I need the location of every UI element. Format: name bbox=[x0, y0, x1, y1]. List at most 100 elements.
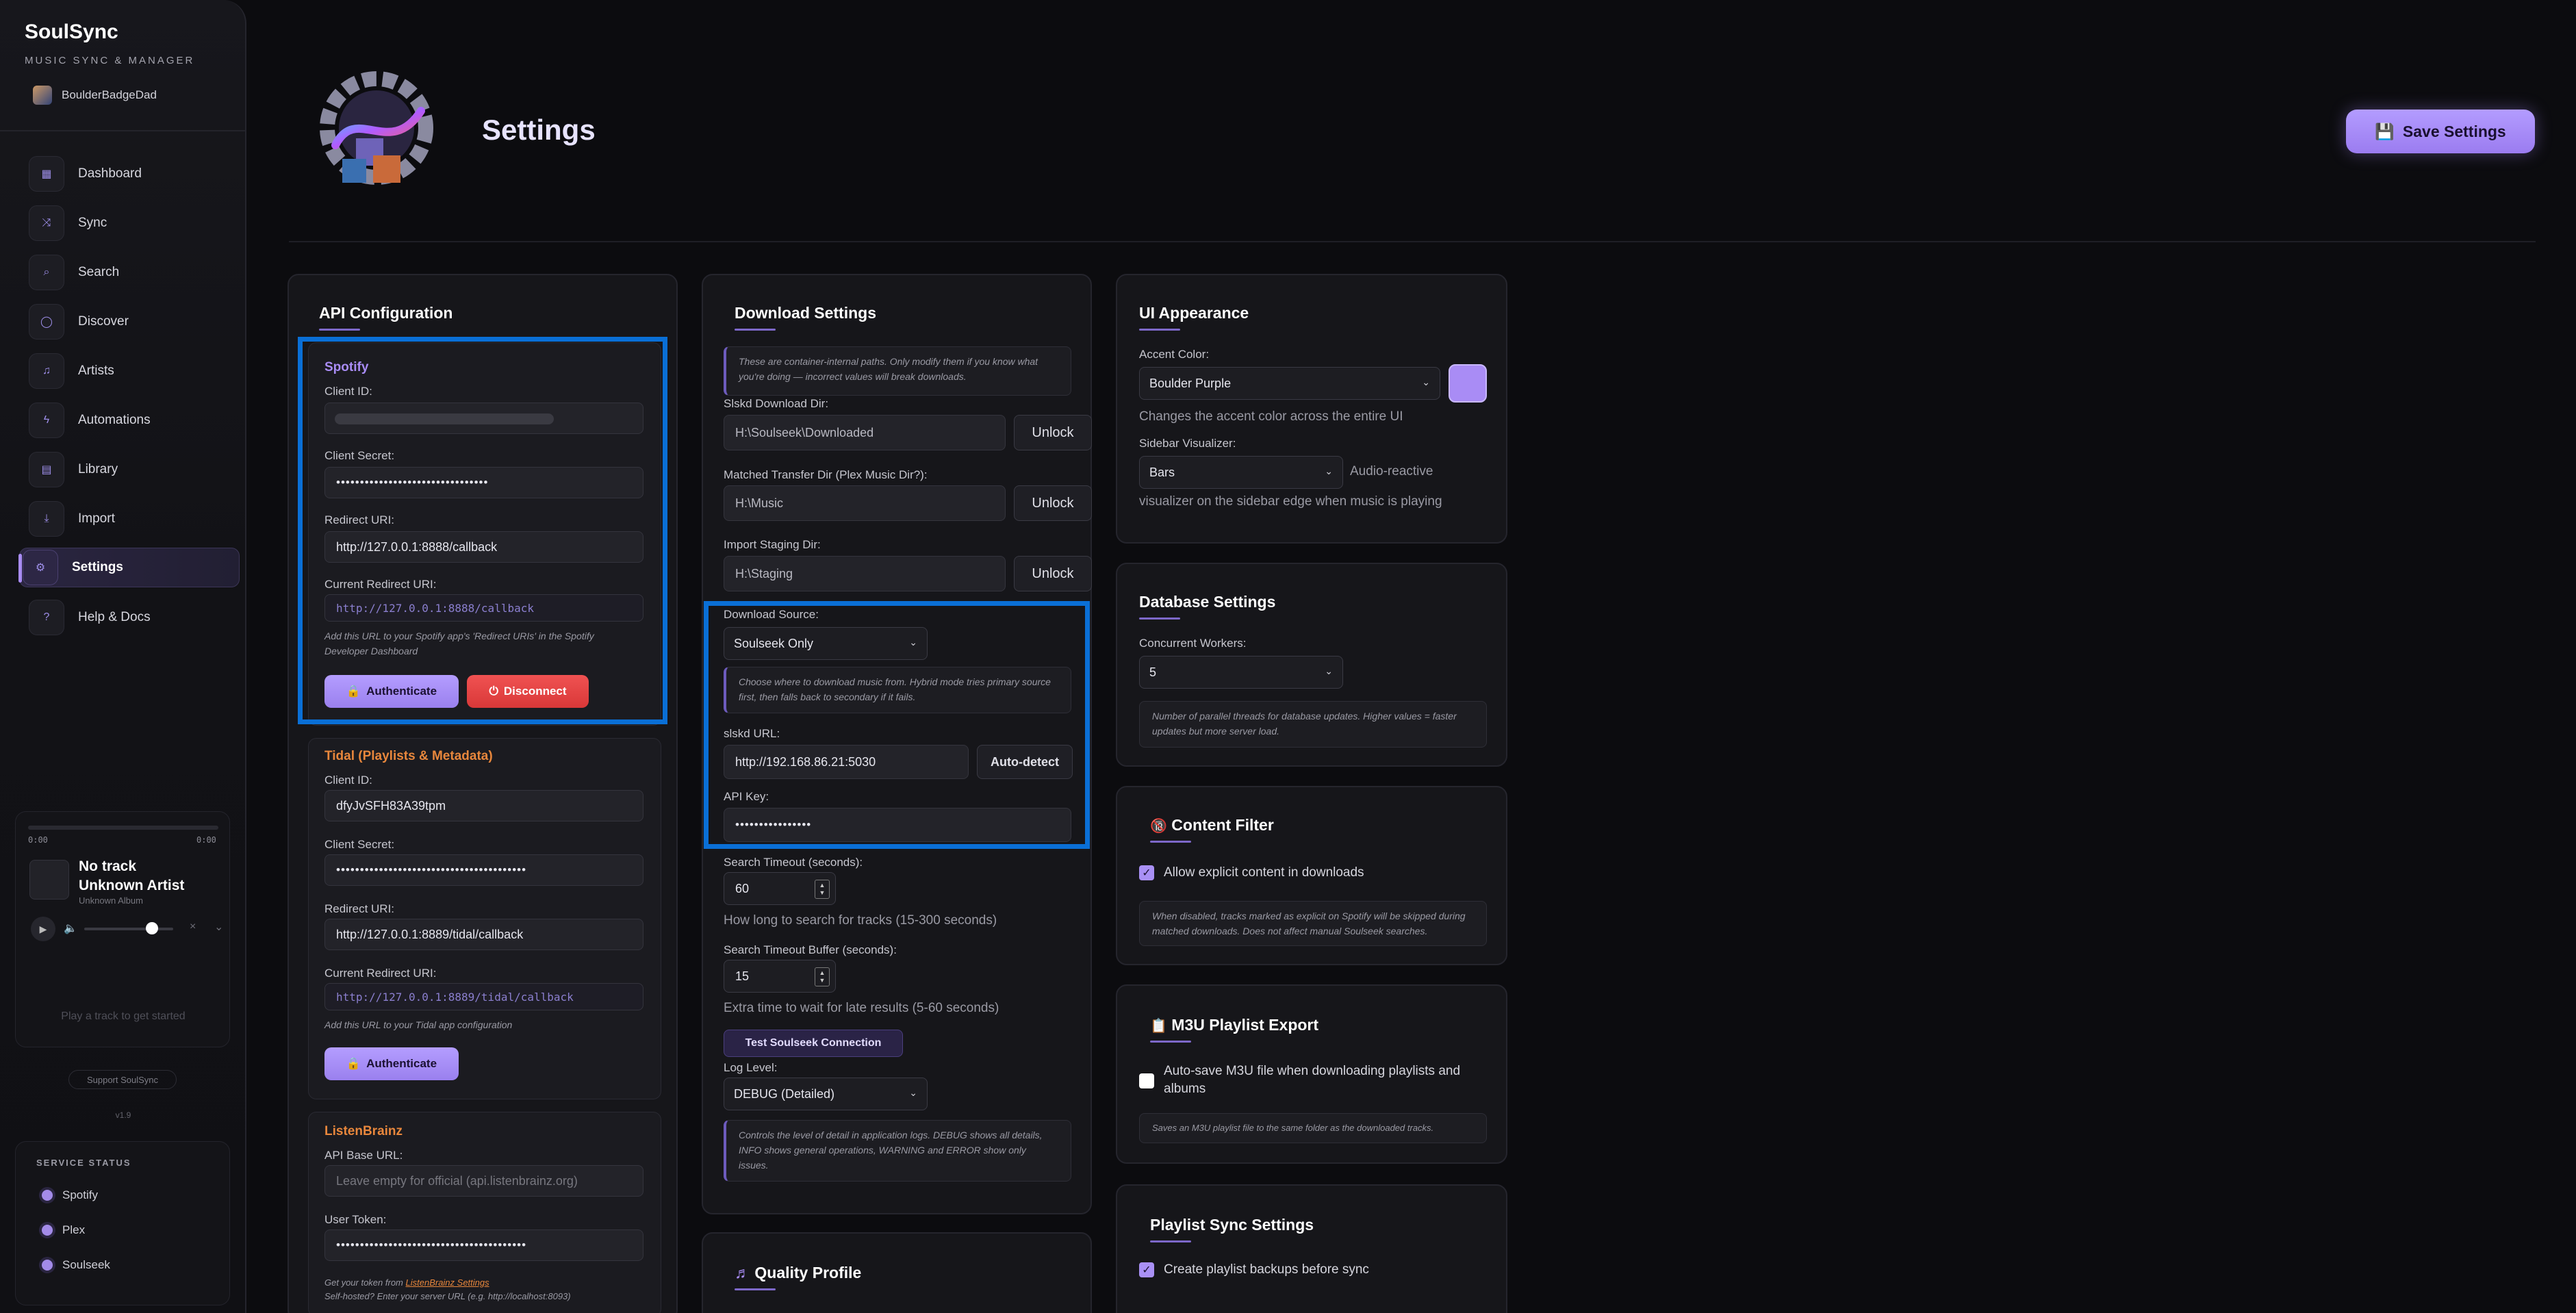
play-icon[interactable]: ▶ bbox=[31, 917, 55, 941]
tidal-redirect-uri-input[interactable]: http://127.0.0.1:8889/tidal/callback bbox=[324, 919, 643, 950]
tidal-redirect-uri-label: Redirect URI: bbox=[324, 902, 395, 915]
lock-icon: 🔒 bbox=[346, 685, 361, 698]
transfer-dir-input[interactable]: H:\Music bbox=[724, 485, 1006, 521]
unlock-staging-dir-button[interactable]: Unlock bbox=[1014, 556, 1092, 591]
lock-icon: 🔒 bbox=[346, 1057, 361, 1070]
sidebar: SoulSync MUSIC SYNC & MANAGER BoulderBad… bbox=[0, 0, 246, 1313]
content-filter-hint: When disabled, tracks marked as explicit… bbox=[1139, 901, 1487, 946]
spotify-client-id-label: Client ID: bbox=[324, 385, 372, 398]
search-timeout-stepper[interactable]: 60 ▲ ▼ bbox=[724, 872, 836, 905]
listenbrainz-settings-link[interactable]: ListenBrainz Settings bbox=[406, 1277, 489, 1288]
nav-item-library[interactable]: ▤ Library bbox=[26, 450, 240, 489]
accent-color-swatch[interactable] bbox=[1449, 364, 1487, 403]
nav-label: Settings bbox=[72, 560, 123, 574]
nav-item-import[interactable]: ⤓ Import bbox=[26, 499, 240, 539]
spin-arrows-icon[interactable]: ▲ ▼ bbox=[815, 967, 830, 986]
listenbrainz-base-url-input[interactable]: Leave empty for official (api.listenbrai… bbox=[324, 1165, 643, 1197]
select-value: Bars bbox=[1149, 465, 1175, 479]
unlock-transfer-dir-button[interactable]: Unlock bbox=[1014, 485, 1092, 521]
close-icon[interactable]: × bbox=[190, 921, 196, 933]
allow-explicit-checkbox[interactable]: ✓ bbox=[1139, 865, 1154, 880]
download-source-select[interactable]: Soulseek Only ⌄ bbox=[724, 627, 928, 660]
tidal-client-id-input[interactable]: dfyJvSFH83A39tpm bbox=[324, 790, 643, 821]
chevron-down-icon: ⌄ bbox=[909, 637, 917, 648]
hint-text: Get your token from bbox=[324, 1277, 406, 1288]
download-source-label: Download Source: bbox=[724, 608, 819, 621]
quality-profile-card: ♬ Quality Profile bbox=[702, 1232, 1092, 1313]
tidal-title: Tidal (Playlists & Metadata) bbox=[324, 749, 493, 763]
listenbrainz-token-hint: Get your token from ListenBrainz Setting… bbox=[324, 1276, 571, 1303]
music-note-icon: ♬ bbox=[735, 1264, 750, 1282]
search-buffer-label: Search Timeout Buffer (seconds): bbox=[724, 943, 897, 956]
sidebar-visualizer-select[interactable]: Bars ⌄ bbox=[1139, 456, 1343, 489]
app-subtitle: MUSIC SYNC & MANAGER bbox=[25, 55, 195, 66]
listenbrainz-title: ListenBrainz bbox=[324, 1124, 403, 1138]
auto-save-m3u-checkbox[interactable] bbox=[1139, 1073, 1154, 1088]
auto-detect-button[interactable]: Auto-detect bbox=[977, 745, 1073, 779]
spotify-title: Spotify bbox=[324, 360, 369, 374]
nav-item-discover[interactable]: ◯ Discover bbox=[26, 302, 240, 342]
nav-label: Search bbox=[78, 265, 120, 279]
service-name: Soulseek bbox=[62, 1258, 110, 1271]
listenbrainz-base-url-label: API Base URL: bbox=[324, 1149, 403, 1162]
download-settings-title: Download Settings bbox=[735, 304, 876, 322]
spotify-current-redirect-value: http://127.0.0.1:8888/callback bbox=[324, 594, 643, 622]
nav-label: Discover bbox=[78, 314, 129, 329]
spotify-client-id-input[interactable] bbox=[324, 403, 643, 434]
time-current: 0:00 bbox=[28, 835, 48, 845]
playlist-sync-title: Playlist Sync Settings bbox=[1150, 1216, 1314, 1234]
nav-item-artists[interactable]: ♫ Artists bbox=[26, 351, 240, 391]
accent-color-select[interactable]: Boulder Purple ⌄ bbox=[1139, 367, 1440, 400]
api-key-label: API Key: bbox=[724, 790, 769, 803]
listenbrainz-token-input[interactable]: •••••••••••••••••••••••••••••••••••••••• bbox=[324, 1229, 643, 1261]
spotify-authenticate-button[interactable]: 🔒 Authenticate bbox=[324, 675, 459, 708]
api-key-input[interactable]: •••••••••••••••• bbox=[724, 808, 1071, 842]
concurrent-workers-label: Concurrent Workers: bbox=[1139, 637, 1247, 650]
slskd-url-input[interactable]: http://192.168.86.21:5030 bbox=[724, 745, 969, 779]
volume-slider[interactable] bbox=[84, 928, 173, 930]
spin-arrows-icon[interactable]: ▲ ▼ bbox=[815, 880, 830, 899]
playlist-backup-checkbox[interactable]: ✓ bbox=[1139, 1262, 1154, 1277]
test-soulseek-button[interactable]: Test Soulseek Connection bbox=[724, 1030, 903, 1057]
nav-item-automations[interactable]: ϟ Automations bbox=[26, 400, 240, 440]
unlock-slskd-dir-button[interactable]: Unlock bbox=[1014, 415, 1092, 450]
transfer-dir-label: Matched Transfer Dir (Plex Music Dir?): bbox=[724, 468, 928, 481]
chevron-down-icon: ⌄ bbox=[1422, 377, 1430, 387]
tidal-authenticate-button[interactable]: 🔒 Authenticate bbox=[324, 1047, 459, 1080]
spotify-client-secret-input[interactable]: •••••••••••••••••••••••••••••••• bbox=[324, 467, 643, 498]
tidal-client-secret-input[interactable]: •••••••••••••••••••••••••••••••••••••••• bbox=[324, 854, 643, 886]
save-icon: 💾 bbox=[2375, 122, 2395, 140]
search-buffer-stepper[interactable]: 15 ▲ ▼ bbox=[724, 960, 836, 993]
nav-item-settings[interactable]: ⚙ Settings bbox=[18, 548, 240, 587]
user-profile[interactable]: BoulderBadgeDad bbox=[33, 86, 157, 105]
support-button[interactable]: Support SoulSync bbox=[68, 1070, 177, 1089]
log-level-select[interactable]: DEBUG (Detailed) ⌄ bbox=[724, 1078, 928, 1110]
gear-icon: ⚙ bbox=[23, 550, 58, 585]
nav-item-help[interactable]: ? Help & Docs bbox=[26, 598, 240, 637]
visualizer-note-line2: visualizer on the sidebar edge when musi… bbox=[1139, 494, 1442, 509]
chevron-down-icon[interactable]: ⌄ bbox=[214, 920, 223, 934]
staging-dir-input[interactable]: H:\Staging bbox=[724, 556, 1006, 591]
save-settings-button[interactable]: 💾 Save Settings bbox=[2346, 110, 2535, 153]
search-timeout-label: Search Timeout (seconds): bbox=[724, 856, 863, 869]
spotify-disconnect-button[interactable]: ⏻ Disconnect bbox=[467, 675, 589, 708]
service-status-soulseek: Soulseek bbox=[42, 1258, 110, 1272]
select-value: DEBUG (Detailed) bbox=[734, 1086, 835, 1101]
spotify-redirect-uri-input[interactable]: http://127.0.0.1:8888/callback bbox=[324, 531, 643, 563]
tidal-client-secret-label: Client Secret: bbox=[324, 838, 395, 851]
track-artist: Unknown Artist bbox=[79, 878, 185, 893]
nav-item-sync[interactable]: ⤨ Sync bbox=[26, 203, 240, 243]
concurrent-workers-select[interactable]: 5 ⌄ bbox=[1139, 656, 1343, 689]
help-icon: ? bbox=[29, 600, 64, 635]
shuffle-icon: ⤨ bbox=[29, 205, 64, 241]
volume-icon[interactable]: 🔈 bbox=[64, 921, 77, 935]
quality-profile-title: ♬ Quality Profile bbox=[735, 1264, 861, 1282]
nav-item-dashboard[interactable]: ▦ Dashboard bbox=[26, 154, 240, 194]
volume-slider-knob[interactable] bbox=[146, 922, 158, 934]
playback-progress-bar[interactable] bbox=[28, 826, 218, 830]
user-name: BoulderBadgeDad bbox=[62, 88, 157, 101]
slskd-download-dir-input[interactable]: H:\Soulseek\Downloaded bbox=[724, 415, 1006, 450]
clipboard-icon: 📋 bbox=[1150, 1019, 1167, 1034]
card-title-text: M3U Playlist Export bbox=[1171, 1016, 1319, 1034]
nav-item-search[interactable]: ⌕ Search bbox=[26, 253, 240, 292]
